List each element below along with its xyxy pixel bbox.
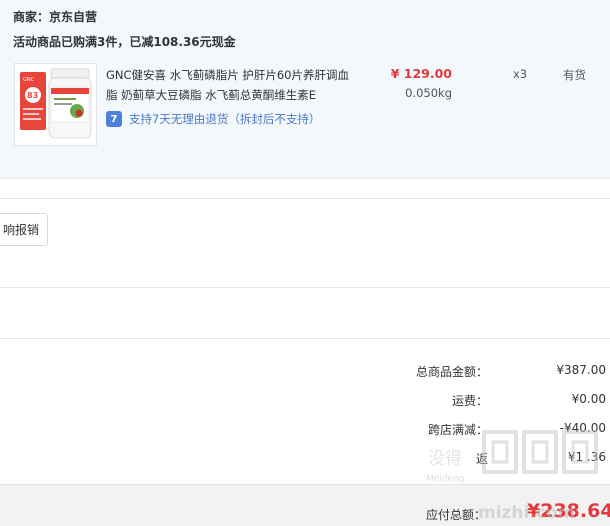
return-policy[interactable]: 7 支持7天无理由退货（拆封后不支持） [106, 109, 320, 129]
product-title[interactable]: GNC健安喜 水飞蓟磷脂片 护肝片60片养肝调血脂 奶蓟草大豆磷脂 水飞蓟总黄酮… [106, 65, 356, 105]
summary-label: 返 [475, 452, 488, 466]
summary-row-cross-store-discount: 跨店满减： -¥40.00 [300, 421, 608, 441]
box-badge-text: 83 [27, 91, 38, 100]
section-divider [0, 198, 610, 199]
seven-day-return-icon: 7 [106, 111, 122, 127]
summary-value: ¥1 .36 [567, 450, 606, 464]
box-brand-text: GNC [23, 77, 35, 83]
product-thumbnail[interactable]: GNC 83 [14, 63, 97, 146]
stock-status: 有货 [563, 68, 586, 82]
watermark-text-en: Meideng [426, 474, 464, 484]
order-item-panel: 商家：京东自营 活动商品已购满3件，已减108.36元现金 GNC 83 GNC… [0, 0, 610, 179]
summary-row-goods-total: 总商品金额： ¥387.00 [300, 363, 608, 383]
summary-value: ¥387.00 [556, 363, 606, 377]
section-divider [0, 338, 610, 339]
section-divider [0, 287, 610, 288]
promo-discount-note: 活动商品已购满3件，已减108.36元现金 [13, 35, 236, 49]
unit-price: ¥ 129.00 [390, 66, 452, 81]
summary-label: 总商品金额： [415, 365, 488, 379]
payable-total-label: 应付总额： [426, 508, 487, 522]
summary-row-shipping: 运费： ¥0.00 [300, 392, 608, 412]
summary-row-rebate: 返 ¥1 .36 [300, 450, 608, 470]
item-quantity: x3 [513, 67, 528, 81]
merchant-name: 商家：京东自营 [13, 10, 98, 24]
invoice-option-button[interactable]: 响报销 [0, 213, 48, 246]
return-policy-text: 支持7天无理由退货（拆封后不支持） [129, 112, 321, 126]
summary-value: ¥0.00 [571, 392, 606, 406]
summary-label: 运费： [451, 394, 488, 408]
payable-total-value: ¥238.64 [527, 500, 610, 522]
item-weight: 0.050kg [405, 86, 452, 100]
summary-label: 跨店满减： [427, 423, 488, 437]
summary-value: -¥40.00 [559, 421, 606, 435]
total-bar [0, 484, 610, 526]
